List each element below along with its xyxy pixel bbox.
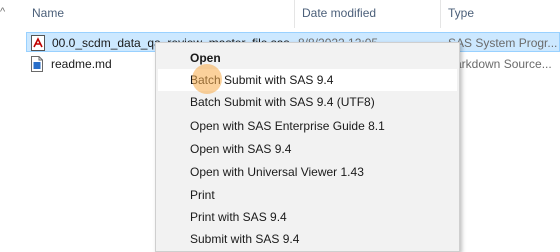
click-indicator: [192, 64, 222, 94]
file-name: readme.md: [51, 57, 112, 71]
menu-item-print-with-sas[interactable]: Print with SAS 9.4: [158, 206, 457, 228]
menu-item-open-sas[interactable]: Open with SAS 9.4: [158, 138, 457, 160]
document-icon: [31, 56, 43, 72]
column-header-date-modified[interactable]: Date modified: [294, 0, 440, 28]
menu-item-print[interactable]: Print: [158, 184, 457, 206]
menu-item-submit-with-sas[interactable]: Submit with SAS 9.4: [158, 228, 457, 250]
file-type: SAS System Progr...: [448, 36, 558, 50]
column-header-type[interactable]: Type: [440, 0, 560, 28]
sas-file-icon: [31, 35, 45, 51]
file-type: arkdown Source...: [455, 57, 552, 71]
menu-item-open-enterprise-guide[interactable]: Open with SAS Enterprise Guide 8.1: [158, 115, 457, 137]
navigation-pane-edge: ^: [0, 0, 18, 244]
column-header-name[interactable]: Name: [24, 0, 294, 28]
column-header-row: Name Date modified Type: [18, 0, 560, 28]
menu-item-batch-submit-sas-utf8[interactable]: Batch Submit with SAS 9.4 (UTF8): [158, 91, 457, 113]
chevron-up-icon: ^: [0, 6, 6, 18]
menu-item-open-universal-viewer[interactable]: Open with Universal Viewer 1.43: [158, 161, 457, 183]
